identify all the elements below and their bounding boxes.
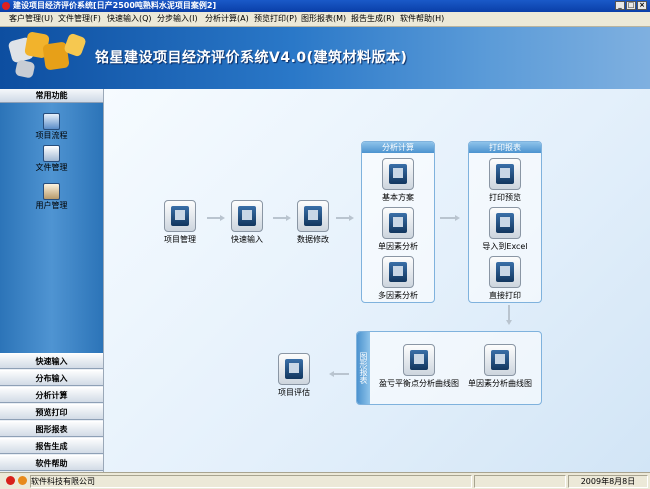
menu-bar: 客户管理(U) 文件管理(F) 快速输入(Q) 分步输入(I) 分析计算(A) … <box>0 12 650 27</box>
data-modify-icon <box>297 200 329 232</box>
node-label: 导入到Excel <box>482 242 528 251</box>
flowchart-icon <box>43 113 60 130</box>
status-date: 2009年8月8日 <box>568 475 648 488</box>
node-label: 项目管理 <box>164 235 196 244</box>
analysis-group: 分析计算 基本方案 单因素分析 多因素分析 <box>361 141 435 303</box>
quick-input-icon <box>231 200 263 232</box>
status-company: 软件科技有限公司 <box>30 475 472 488</box>
menu-step-input[interactable]: 分步输入(I) <box>157 13 198 25</box>
menu-quick-input[interactable]: 快速输入(Q) <box>107 13 152 25</box>
print-preview-icon <box>489 158 521 190</box>
sidebar-button-charts[interactable]: 图形报表 <box>0 421 103 437</box>
node-label: 数据修改 <box>297 235 329 244</box>
node-project-evaluation[interactable]: 项目评估 <box>264 353 324 398</box>
title-bar: 建设项目经济评价系统[日产2500吨熟料水泥项目案例2] _ □ × <box>0 0 650 12</box>
menu-charts[interactable]: 图形报表(M) <box>301 13 346 25</box>
arrow-down-icon <box>506 305 512 325</box>
node-label: 快速输入 <box>231 235 263 244</box>
multi-factor-icon <box>382 256 414 288</box>
node-single-factor-chart[interactable]: 单因素分析曲线图 <box>465 344 535 389</box>
banner-title: 铭星建设项目经济评价系统V4.0(建筑材料版本) <box>95 50 408 66</box>
node-label: 打印预览 <box>489 193 521 202</box>
arrow-right-icon <box>440 215 460 221</box>
menu-help[interactable]: 软件帮助(H) <box>400 13 444 25</box>
node-label: 基本方案 <box>382 193 414 202</box>
arrow-right-icon <box>336 215 354 221</box>
sidebar: 常用功能 项目流程 文件管理 用户管理 快速输入 分布输入 分析计算 预览打印 … <box>0 89 104 472</box>
workflow-canvas: 项目管理 快速输入 数据修改 分析计算 基本方案 单因素分析 多因素分析 打印报… <box>104 89 650 472</box>
menu-analysis[interactable]: 分析计算(A) <box>205 13 249 25</box>
sidebar-item-user-manager[interactable]: 用户管理 <box>0 183 103 211</box>
window-title: 建设项目经济评价系统[日产2500吨熟料水泥项目案例2] <box>13 1 217 10</box>
sidebar-header[interactable]: 常用功能 <box>0 89 103 103</box>
node-export-excel[interactable]: 导入到Excel <box>475 207 535 252</box>
sidebar-button-print[interactable]: 预览打印 <box>0 404 103 420</box>
sidebar-button-step-input[interactable]: 分布输入 <box>0 370 103 386</box>
sidebar-item-label: 文件管理 <box>35 163 68 172</box>
menu-print[interactable]: 预览打印(P) <box>254 13 297 25</box>
node-label: 直接打印 <box>489 291 521 300</box>
close-button[interactable]: × <box>637 1 647 10</box>
status-bar: 软件科技有限公司 2009年8月8日 <box>0 472 650 489</box>
chart-group-title: 图形报表 <box>357 332 370 404</box>
sidebar-item-label: 项目流程 <box>35 131 68 140</box>
sidebar-button-analysis[interactable]: 分析计算 <box>0 387 103 403</box>
user-manager-icon <box>43 183 60 200</box>
chart-group: 图形报表 盈亏平衡点分析曲线图 单因素分析曲线图 <box>356 331 542 405</box>
node-label: 多因素分析 <box>378 291 418 300</box>
minimize-button[interactable]: _ <box>615 1 625 10</box>
basic-scheme-icon <box>382 158 414 190</box>
project-management-icon <box>164 200 196 232</box>
node-project-management[interactable]: 项目管理 <box>150 200 210 245</box>
analysis-group-title: 分析计算 <box>362 142 434 153</box>
sidebar-item-label: 用户管理 <box>35 201 68 210</box>
menu-report[interactable]: 报告生成(R) <box>351 13 395 25</box>
node-label: 单因素分析曲线图 <box>468 379 532 388</box>
status-empty <box>474 475 566 488</box>
single-factor-chart-icon <box>484 344 516 376</box>
print-group: 打印报表 打印预览 导入到Excel 直接打印 <box>468 141 542 303</box>
menu-customer[interactable]: 客户管理(U) <box>9 13 53 25</box>
app-icon <box>2 2 10 10</box>
node-label: 盈亏平衡点分析曲线图 <box>379 379 459 388</box>
breakeven-chart-icon <box>403 344 435 376</box>
warning-icon <box>18 476 27 485</box>
export-excel-icon <box>489 207 521 239</box>
sidebar-button-quick-input[interactable]: 快速输入 <box>0 353 103 369</box>
sidebar-button-report[interactable]: 报告生成 <box>0 438 103 454</box>
node-data-modify[interactable]: 数据修改 <box>283 200 343 245</box>
sidebar-panel: 项目流程 文件管理 用户管理 <box>0 103 103 353</box>
node-quick-input[interactable]: 快速输入 <box>217 200 277 245</box>
stop-icon <box>6 476 15 485</box>
node-single-factor[interactable]: 单因素分析 <box>368 207 428 252</box>
node-basic-scheme[interactable]: 基本方案 <box>368 158 428 203</box>
sidebar-item-project-flow[interactable]: 项目流程 <box>0 113 103 141</box>
project-evaluation-icon <box>278 353 310 385</box>
node-label: 项目评估 <box>278 388 310 397</box>
menu-file[interactable]: 文件管理(F) <box>58 13 101 25</box>
sidebar-item-file-manager[interactable]: 文件管理 <box>0 145 103 173</box>
maximize-button[interactable]: □ <box>626 1 636 10</box>
file-manager-icon <box>43 145 60 162</box>
node-print-preview[interactable]: 打印预览 <box>475 158 535 203</box>
print-group-title: 打印报表 <box>469 142 541 153</box>
node-breakeven-chart[interactable]: 盈亏平衡点分析曲线图 <box>379 344 459 389</box>
arrow-left-icon <box>329 371 349 377</box>
header-banner: 铭星建设项目经济评价系统V4.0(建筑材料版本) <box>0 27 650 89</box>
node-label: 单因素分析 <box>378 242 418 251</box>
node-multi-factor[interactable]: 多因素分析 <box>368 256 428 301</box>
sidebar-button-help[interactable]: 软件帮助 <box>0 455 103 471</box>
printer-icon <box>489 256 521 288</box>
node-direct-print[interactable]: 直接打印 <box>475 256 535 301</box>
single-factor-icon <box>382 207 414 239</box>
